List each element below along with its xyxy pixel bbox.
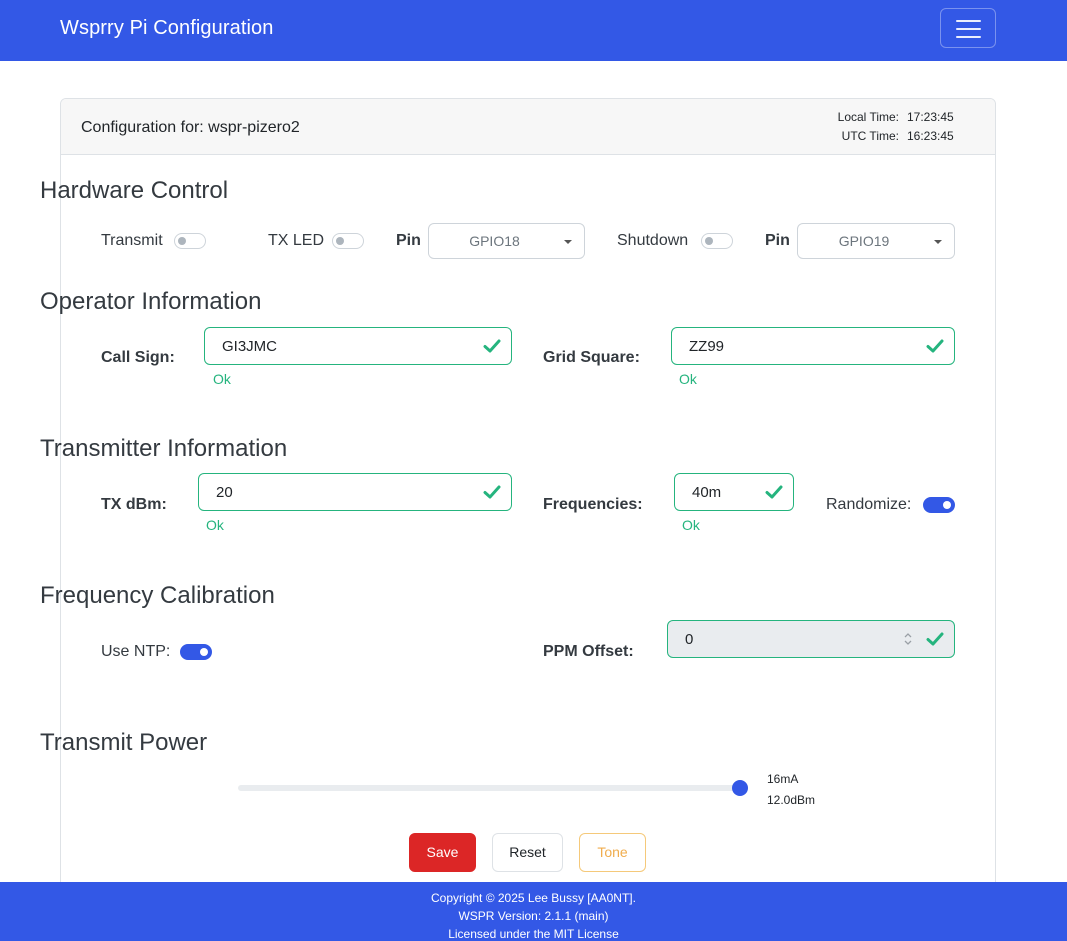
local-time-label: Local Time:	[837, 110, 899, 124]
navbar: Wsprry Pi Configuration	[0, 0, 1067, 61]
reset-button[interactable]: Reset	[492, 833, 563, 872]
grid-square-status: Ok	[679, 371, 697, 387]
use-ntp-switch[interactable]	[180, 644, 212, 660]
tone-button[interactable]: Tone	[579, 833, 646, 872]
txled-label: TX LED	[268, 232, 325, 249]
save-button[interactable]: Save	[409, 833, 476, 872]
footer-version: WSPR Version: 2.1.1 (main)	[458, 909, 609, 923]
check-icon	[483, 485, 501, 499]
chevron-down-icon	[564, 240, 572, 244]
shutdown-pin-select[interactable]: GPIO19	[797, 223, 955, 259]
ppm-offset-label: PPM Offset:	[543, 643, 634, 660]
txled-switch[interactable]	[332, 233, 364, 249]
footer-license[interactable]: Licensed under the MIT License	[0, 927, 1067, 941]
tx-dbm-label: TX dBm:	[101, 496, 167, 513]
frequencies-input[interactable]	[676, 475, 756, 509]
check-icon	[926, 632, 944, 646]
switch-knob	[200, 648, 208, 656]
footer: Copyright © 2025 Lee Bussy [AA0NT]. WSPR…	[0, 882, 1067, 941]
tx-dbm-status: Ok	[206, 517, 224, 533]
callsign-field	[204, 327, 512, 365]
brand-title[interactable]: Wsprry Pi Configuration	[60, 17, 273, 40]
grid-square-field	[671, 327, 955, 365]
utc-time-value: 16:23:45	[907, 129, 954, 143]
transmitter-info-title: Transmitter Information	[40, 435, 288, 462]
shutdown-switch[interactable]	[701, 233, 733, 249]
tx-dbm-input[interactable]	[200, 475, 470, 509]
power-dbm: 12.0dBm	[767, 793, 816, 807]
hamburger-icon	[956, 20, 981, 22]
power-current: 16mA	[767, 772, 799, 786]
callsign-input[interactable]	[206, 329, 466, 363]
ppm-offset-field	[667, 620, 955, 658]
local-time-value: 17:23:45	[907, 110, 954, 124]
use-ntp-label: Use NTP:	[101, 643, 171, 660]
randomize-label: Randomize:	[826, 496, 912, 513]
config-for-label: Configuration for: wspr-pizero2	[81, 119, 300, 136]
transmit-label: Transmit	[101, 232, 163, 249]
operator-info-title: Operator Information	[40, 288, 262, 315]
frequencies-field	[674, 473, 794, 511]
randomize-switch[interactable]	[923, 497, 955, 513]
frequencies-label: Frequencies:	[543, 496, 643, 513]
txled-pin-label: Pin	[396, 232, 421, 249]
transmit-switch[interactable]	[174, 233, 206, 249]
shutdown-pin-value: GPIO19	[838, 233, 890, 249]
power-slider-thumb[interactable]	[732, 780, 748, 796]
transmit-power-title: Transmit Power	[40, 729, 208, 756]
grid-square-input[interactable]	[673, 329, 913, 363]
power-slider-track[interactable]	[238, 785, 742, 791]
switch-knob	[705, 237, 713, 245]
check-icon	[483, 339, 501, 353]
grid-square-label: Grid Square:	[543, 349, 640, 366]
menu-toggle-button[interactable]	[940, 8, 996, 48]
check-icon	[926, 339, 944, 353]
spinner-arrows-icon[interactable]	[903, 631, 913, 647]
callsign-status: Ok	[213, 371, 231, 387]
shutdown-label: Shutdown	[617, 232, 689, 249]
callsign-label: Call Sign:	[101, 349, 175, 366]
frequencies-status: Ok	[682, 517, 700, 533]
local-time: Local Time: 17:23:45	[827, 110, 954, 124]
check-icon	[765, 485, 783, 499]
shutdown-pin-label: Pin	[765, 232, 790, 249]
txled-pin-value: GPIO18	[469, 233, 520, 249]
switch-knob	[336, 237, 344, 245]
utc-time: UTC Time: 16:23:45	[827, 129, 954, 143]
txled-pin-select[interactable]: GPIO18	[428, 223, 585, 259]
utc-time-label: UTC Time:	[841, 129, 899, 143]
hamburger-icon-bar	[956, 28, 981, 30]
chevron-down-icon	[934, 240, 942, 244]
footer-copyright: Copyright © 2025 Lee Bussy [AA0NT].	[431, 891, 636, 905]
tx-dbm-field	[198, 473, 512, 511]
card-header: Configuration for: wspr-pizero2 Local Ti…	[61, 99, 995, 155]
frequency-calibration-title: Frequency Calibration	[40, 582, 275, 609]
hardware-control-title: Hardware Control	[40, 177, 229, 204]
ppm-offset-input[interactable]	[669, 622, 889, 656]
switch-knob	[178, 237, 186, 245]
switch-knob	[943, 501, 951, 509]
hamburger-icon-bar	[956, 36, 981, 38]
